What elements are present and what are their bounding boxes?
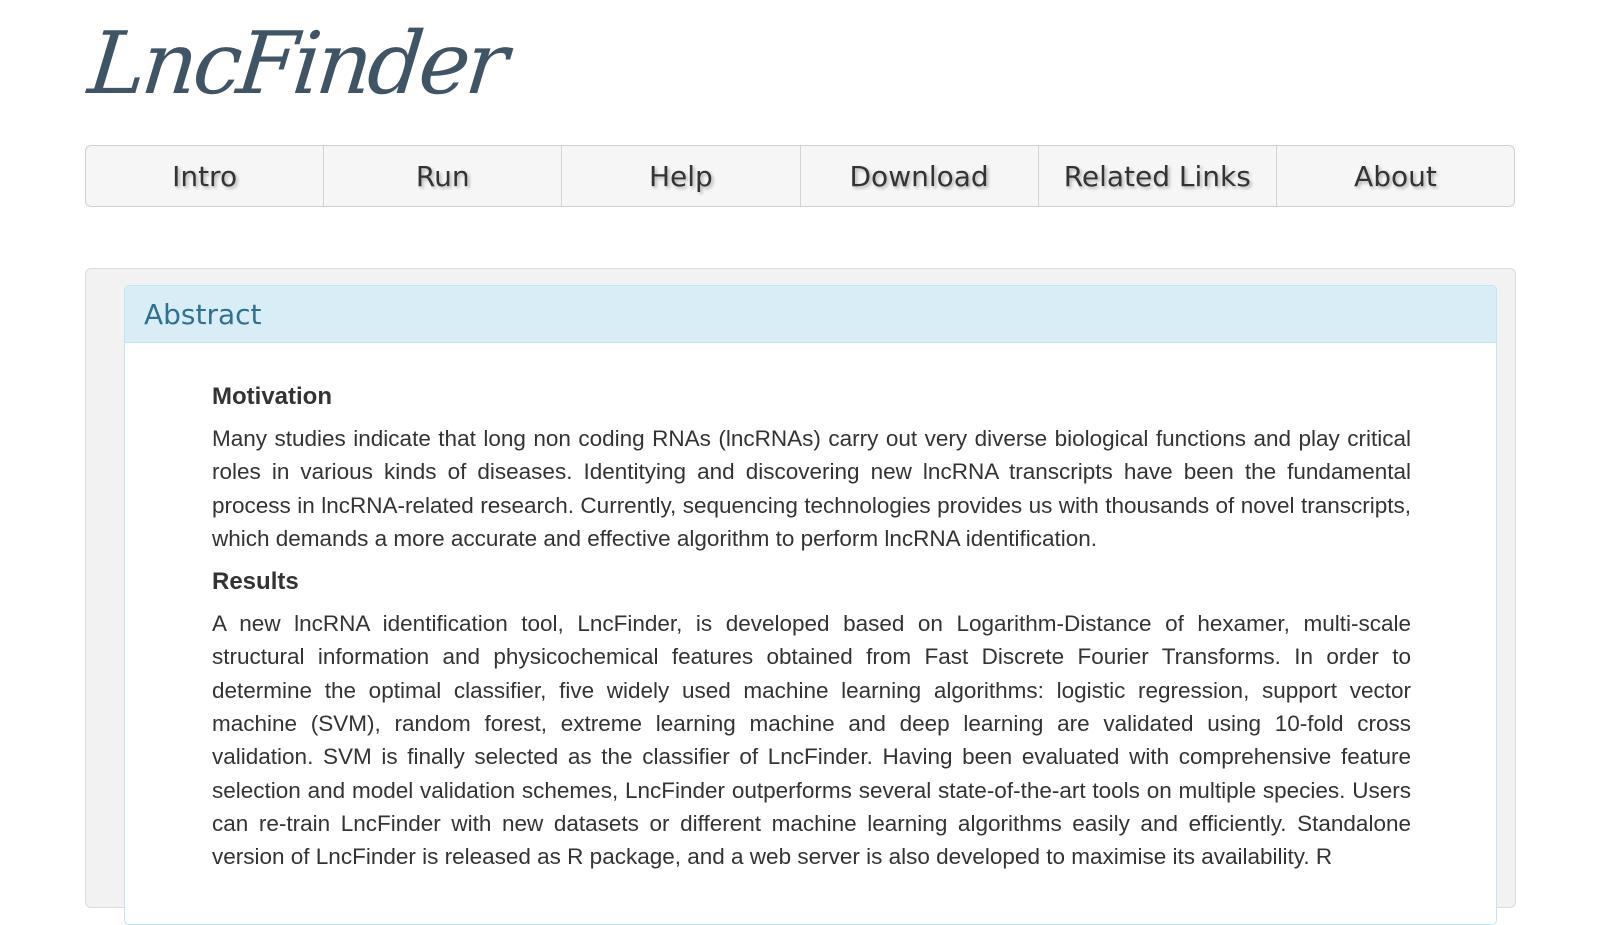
main-nav: Intro Run Help Download Related Links Ab… (85, 145, 1515, 207)
abstract-panel: Abstract Motivation Many studies indicat… (124, 285, 1497, 925)
nav-tab-run[interactable]: Run (324, 146, 563, 206)
motivation-text: Many studies indicate that long non codi… (212, 426, 1411, 551)
nav-tab-about[interactable]: About (1277, 146, 1514, 206)
nav-tab-download[interactable]: Download (801, 146, 1039, 206)
motivation-heading: Motivation (212, 383, 332, 410)
nav-tab-related-links[interactable]: Related Links (1039, 146, 1277, 206)
nav-tab-help[interactable]: Help (562, 146, 801, 206)
logo: LncFinder (84, 14, 509, 114)
content-well: Abstract Motivation Many studies indicat… (85, 268, 1516, 925)
results-heading: Results (212, 568, 299, 596)
results-text: A new lncRNA identification tool, LncFin… (212, 611, 1411, 870)
abstract-panel-body: Motivation Many studies indicate that lo… (212, 382, 1411, 886)
nav-tab-intro[interactable]: Intro (86, 146, 325, 206)
abstract-panel-header: Abstract (125, 286, 1496, 343)
